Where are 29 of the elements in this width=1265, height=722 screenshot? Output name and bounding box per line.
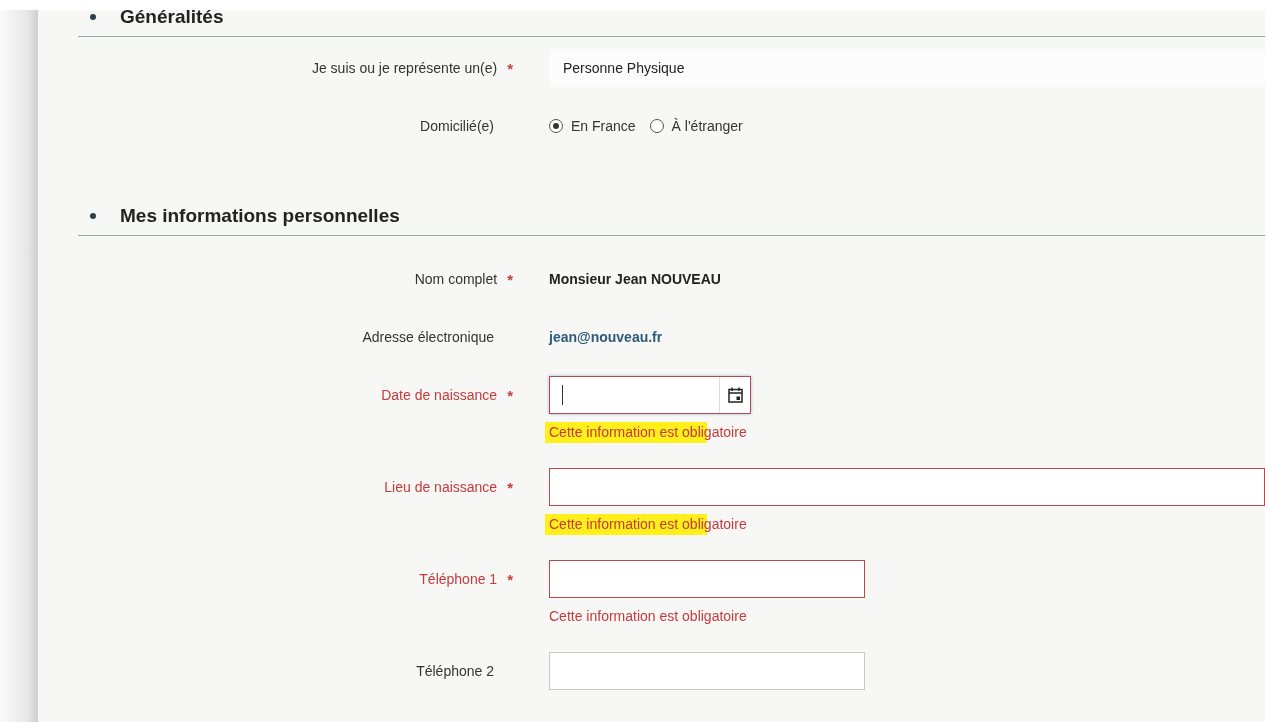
required-mark: * (507, 59, 513, 77)
field-label: Téléphone 1 (419, 571, 498, 587)
calendar-icon[interactable] (727, 387, 743, 403)
input-field[interactable] (549, 560, 865, 598)
field-label: Lieu de naissance (384, 479, 498, 495)
date-field[interactable] (549, 376, 751, 414)
bullet-icon (90, 213, 96, 219)
field-label: Domicilié(e) (420, 118, 494, 134)
required-mark: * (507, 386, 513, 404)
error-message: Cette information est obligatoire (549, 608, 747, 624)
radio-label[interactable]: À l'étranger (671, 118, 743, 134)
required-mark: * (507, 570, 513, 588)
radio-button[interactable] (549, 119, 563, 133)
bullet-icon (90, 14, 96, 20)
field-label: Adresse électronique (362, 329, 494, 345)
section-title: Mes informations personnelles (120, 205, 400, 227)
email-value: jean@nouveau.fr (549, 328, 664, 347)
field-label: Je suis ou je représente un(e) (311, 60, 498, 76)
radio-label[interactable]: En France (571, 118, 636, 134)
input-field[interactable] (549, 468, 1265, 506)
required-mark: * (507, 270, 513, 288)
required-mark: * (507, 478, 513, 496)
radio-button[interactable] (649, 119, 664, 133)
field-label: Téléphone 2 (416, 663, 494, 679)
text-field[interactable]: Personne Physique (549, 49, 1265, 87)
field-label: Nom complet (414, 271, 498, 287)
field-label: Date de naissance (381, 387, 498, 403)
full-name-value: Monsieur Jean NOUVEAU (549, 270, 722, 289)
input-field[interactable] (549, 652, 865, 690)
